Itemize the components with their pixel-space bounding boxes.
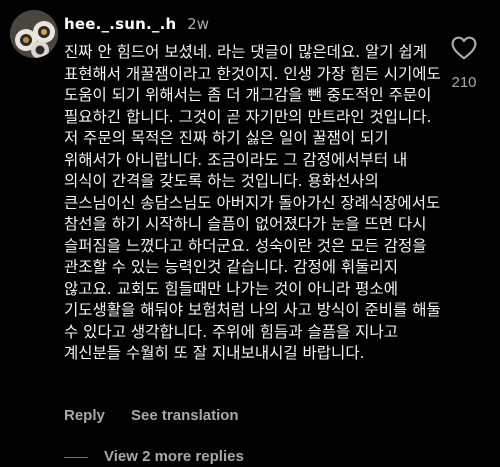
view-replies-button[interactable]: View 2 more replies [64, 448, 244, 465]
comment: hee._.sun._.h 2w 진짜 안 힘드어 보셨네. 라는 댓글이 많은… [0, 0, 500, 467]
like-count: 210 [451, 74, 477, 91]
view-replies-label: View 2 more replies [104, 448, 244, 465]
replies-divider-line [64, 456, 88, 458]
comment-text: 진짜 안 힘드어 보셨네. 라는 댓글이 많은데요. 알기 쉽게 표현해서 개꿀… [64, 43, 441, 362]
username[interactable]: hee._.sun._.h [64, 15, 176, 33]
see-translation-button[interactable]: See translation [131, 407, 239, 424]
timestamp: 2w [187, 15, 209, 33]
comment-header: hee._.sun._.h 2w [64, 14, 209, 34]
like-section: 210 [442, 36, 486, 91]
reply-button[interactable]: Reply [64, 407, 105, 424]
heart-icon[interactable] [451, 36, 477, 60]
avatar[interactable] [10, 10, 58, 58]
avatar-image [10, 10, 58, 58]
comment-actions: Reply See translation [64, 407, 239, 424]
